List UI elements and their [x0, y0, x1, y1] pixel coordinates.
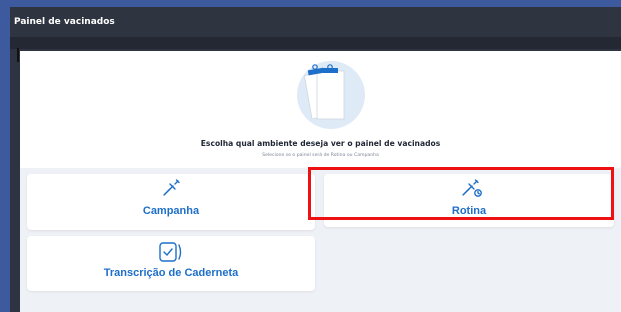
transcricao-option-card[interactable]: Transcrição de Caderneta [27, 236, 315, 291]
app-window: Painel de vacinados Escolha qual ambient… [10, 7, 621, 312]
hero-section: Escolha qual ambiente deseja ver o paine… [20, 51, 621, 168]
campanha-label: Campanha [142, 205, 200, 217]
window-title: Painel de vacinados [10, 7, 621, 37]
syringe-icon [163, 179, 180, 196]
divider [17, 48, 19, 62]
vaccine-card-icon [159, 242, 182, 262]
toolbar-strip [10, 37, 621, 62]
hero-subtitle: Selecione se o painel será de Rotina ou … [262, 153, 379, 158]
transcricao-label: Transcrição de Caderneta [103, 267, 239, 279]
selection-highlight [308, 167, 614, 220]
hero-title: Escolha qual ambiente deseja ver o paine… [200, 139, 441, 148]
clipboard-illustration-icon [297, 61, 365, 129]
campanha-option-card[interactable]: Campanha [27, 174, 315, 230]
